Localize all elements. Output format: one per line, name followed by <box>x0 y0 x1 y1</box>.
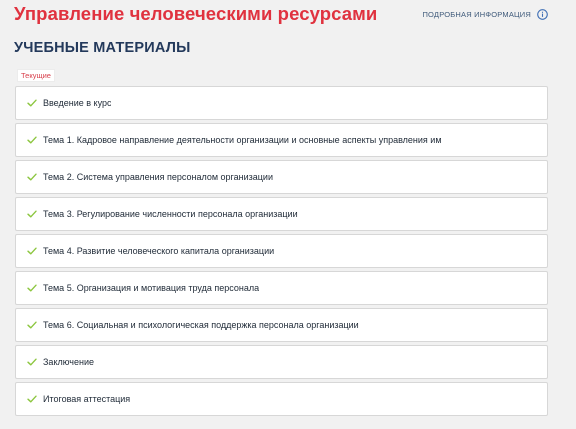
section-title: УЧЕБНЫЕ МАТЕРИАЛЫ <box>14 40 191 56</box>
list-item[interactable]: Тема 5. Организация и мотивация труда пе… <box>15 271 548 305</box>
material-label: Тема 2. Система управления персоналом ор… <box>43 172 273 182</box>
check-icon <box>27 358 37 366</box>
materials-list: Введение в курс Тема 1. Кадровое направле… <box>15 86 548 419</box>
check-icon <box>27 247 37 255</box>
check-icon <box>27 210 37 218</box>
list-item[interactable]: Тема 4. Развитие человеческого капитала … <box>15 234 548 268</box>
more-info-label: ПОДРОБНАЯ ИНФОРМАЦИЯ <box>422 10 531 19</box>
list-item[interactable]: Тема 3. Регулирование численности персон… <box>15 197 548 231</box>
material-label: Тема 3. Регулирование численности персон… <box>43 209 298 219</box>
course-title: Управление человеческими ресурсами <box>14 3 378 24</box>
list-item[interactable]: Тема 2. Система управления персоналом ор… <box>15 160 548 194</box>
list-item[interactable]: Заключение <box>15 345 548 379</box>
current-filter-badge[interactable]: Текущие <box>17 69 55 82</box>
material-label: Тема 1. Кадровое направление деятельност… <box>43 135 442 145</box>
check-icon <box>27 173 37 181</box>
info-circle-icon[interactable] <box>537 9 548 20</box>
page: Управление человеческими ресурсами ПОДРО… <box>0 0 576 429</box>
check-icon <box>27 321 37 329</box>
material-label: Тема 4. Развитие человеческого капитала … <box>43 246 275 256</box>
material-label: Введение в курс <box>43 98 112 108</box>
more-info-link[interactable]: ПОДРОБНАЯ ИНФОРМАЦИЯ <box>422 9 548 20</box>
list-item[interactable]: Тема 6. Социальная и психологическая под… <box>15 308 548 342</box>
list-item[interactable]: Введение в курс <box>15 86 548 120</box>
list-item[interactable]: Итоговая аттестация <box>15 382 548 416</box>
material-label: Тема 5. Организация и мотивация труда пе… <box>43 283 260 293</box>
check-icon <box>27 136 37 144</box>
material-label: Заключение <box>43 357 94 367</box>
list-item[interactable]: Тема 1. Кадровое направление деятельност… <box>15 123 548 157</box>
material-label: Итоговая аттестация <box>43 394 131 404</box>
check-icon <box>27 395 37 403</box>
check-icon <box>27 284 37 292</box>
material-label: Тема 6. Социальная и психологическая под… <box>43 320 359 330</box>
check-icon <box>27 99 37 107</box>
